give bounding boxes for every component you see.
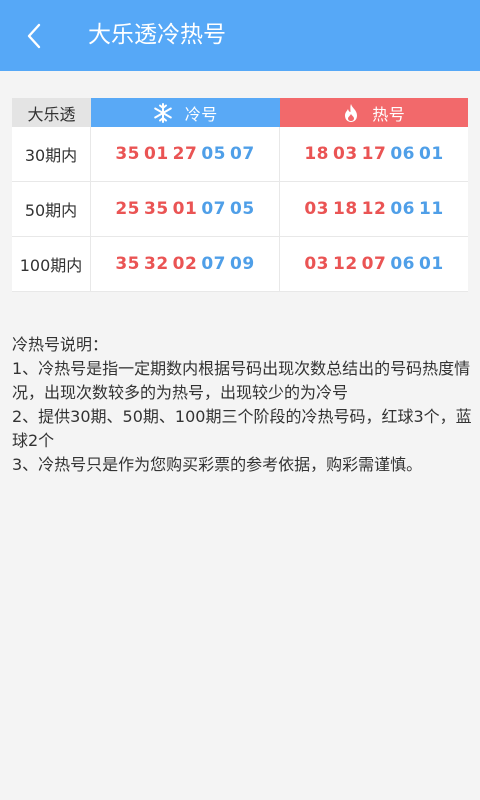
blue-ball-number: 07 [201,254,226,274]
red-ball-number: 03 [304,254,329,274]
red-ball-number: 12 [332,254,358,274]
blue-ball-number: 11 [419,199,444,219]
description-heading: 冷热号说明： [12,335,109,354]
period-label: 100期内 [12,237,91,291]
blue-ball-number: 01 [419,254,444,274]
red-ball-number: 07 [361,254,387,274]
red-ball-number: 18 [332,199,358,219]
description-block: 冷热号说明： 1、冷热号是指一定期数内根据号码出现次数总结出的号码热度情况，出现… [12,333,472,477]
red-ball-number: 35 [115,144,140,164]
description-item: 1、冷热号是指一定期数内根据号码出现次数总结出的号码热度情况，出现次数较多的为热… [12,359,471,402]
snowflake-icon [153,102,173,123]
blue-ball-number: 09 [230,254,255,274]
red-ball-number: 27 [172,144,198,164]
red-ball-number: 17 [361,144,387,164]
red-ball-number: 01 [143,144,169,164]
red-ball-number: 02 [172,254,198,274]
red-ball-number: 03 [304,199,329,219]
table-header-row: 大乐透 冷号 热号 [12,98,468,127]
description-item: 2、提供30期、50期、100期三个阶段的冷热号码，红球3个，蓝球2个 [12,407,472,450]
table-row: 100期内 35 32 02 07 09 03 12 07 06 01 [12,237,468,292]
blue-ball-number: 06 [390,199,415,219]
hot-numbers-cell: 03 18 12 06 11 [280,182,468,236]
flame-icon [342,103,360,123]
blue-ball-number: 05 [201,144,226,164]
hot-numbers-cell: 18 03 17 06 01 [280,127,468,181]
cold-numbers-cell: 35 01 27 05 07 [91,127,280,181]
blue-ball-number: 05 [230,199,255,219]
back-button[interactable] [14,18,54,54]
hot-numbers-cell: 03 12 07 06 01 [280,237,468,291]
blue-ball-number: 07 [201,199,226,219]
corner-label: 大乐透 [12,98,91,127]
red-ball-number: 18 [304,144,329,164]
blue-ball-number: 06 [390,144,415,164]
red-ball-number: 03 [332,144,358,164]
blue-ball-number: 07 [230,144,255,164]
red-ball-number: 25 [115,199,140,219]
top-bar: 大乐透冷热号 [0,0,480,71]
red-ball-number: 35 [143,199,169,219]
description-item: 3、冷热号只是作为您购买彩票的参考依据，购彩需谨慎。 [12,455,423,474]
blue-ball-number: 01 [419,144,444,164]
hot-label: 热号 [372,104,406,124]
period-label: 50期内 [12,182,91,236]
cold-header: 冷号 [91,98,280,127]
period-label: 30期内 [12,127,91,181]
red-ball-number: 12 [361,199,387,219]
cold-numbers-cell: 25 35 01 07 05 [91,182,280,236]
hot-header: 热号 [279,98,468,127]
chevron-left-icon [27,23,41,49]
cold-label: 冷号 [184,104,218,124]
red-ball-number: 35 [115,254,140,274]
hot-cold-table: 大乐透 冷号 热号 30期内 35 01 27 05 07 18 03 17 0… [12,98,468,292]
page-title: 大乐透冷热号 [88,22,226,48]
table-row: 30期内 35 01 27 05 07 18 03 17 06 01 [12,127,468,182]
red-ball-number: 01 [172,199,198,219]
blue-ball-number: 06 [390,254,415,274]
red-ball-number: 32 [143,254,169,274]
table-row: 50期内 25 35 01 07 05 03 18 12 06 11 [12,182,468,237]
cold-numbers-cell: 35 32 02 07 09 [91,237,280,291]
